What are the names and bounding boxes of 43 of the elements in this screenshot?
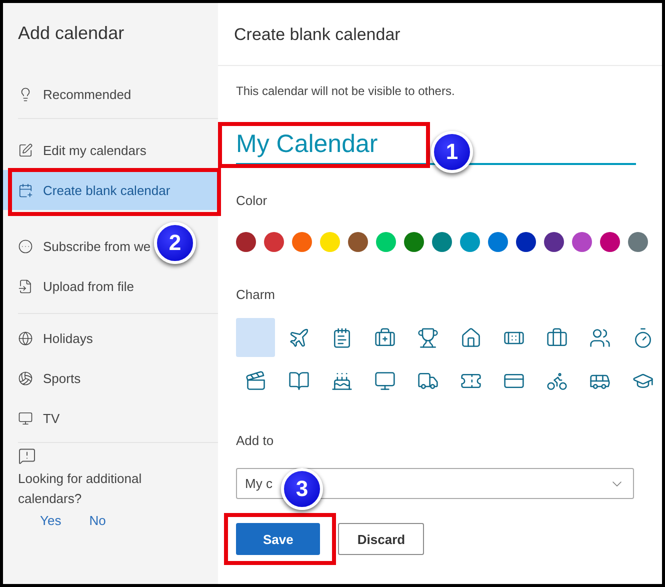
sidebar-item[interactable]: Upload from file (3, 266, 136, 306)
file-icon (18, 278, 33, 294)
sidebar-item[interactable]: Edit my calendars (3, 130, 148, 170)
sidebar-item[interactable]: Recommended (3, 74, 134, 114)
add-to-label: Add to (236, 433, 275, 448)
feedback-icon (18, 447, 36, 465)
calendar-name-field[interactable]: My Calendar (236, 126, 424, 165)
calendar-plus-icon (18, 182, 33, 198)
monitor-icon (18, 410, 33, 426)
ball-icon (18, 370, 33, 386)
sidebar-item[interactable]: Holidays (3, 318, 95, 358)
sidebar-item[interactable]: Sports (3, 358, 83, 398)
color-swatch[interactable] (320, 232, 340, 252)
save-button[interactable]: Save (236, 523, 320, 555)
dots-circle-icon (18, 238, 33, 254)
color-swatch[interactable] (292, 232, 312, 252)
color-swatch[interactable] (348, 232, 368, 252)
color-swatch[interactable] (572, 232, 592, 252)
pen-icon (18, 142, 33, 158)
globe-icon (18, 330, 33, 346)
sidebar-item[interactable]: Subscribe from we (3, 226, 153, 266)
color-swatch[interactable] (600, 232, 620, 252)
privacy-note: This calendar will not be visible to others. (236, 84, 456, 98)
feedback-link[interactable]: No (89, 513, 106, 528)
sidebar-item[interactable]: TV (3, 398, 62, 438)
color-swatch[interactable] (628, 232, 648, 252)
color-swatch[interactable] (264, 232, 284, 252)
color-swatch[interactable] (544, 232, 564, 252)
panel-title: Create blank calendar (218, 3, 662, 66)
color-swatch[interactable] (404, 232, 424, 252)
color-swatch[interactable] (376, 232, 396, 252)
color-swatch[interactable] (488, 232, 508, 252)
color-swatch[interactable] (516, 232, 536, 252)
color-label: Color (236, 193, 268, 208)
sidebar-item[interactable]: Create blank calendar (3, 170, 218, 210)
discard-button[interactable]: Discard (338, 523, 424, 555)
feedback-question: Looking for additional calendars? (18, 470, 143, 508)
color-swatch[interactable] (460, 232, 480, 252)
sidebar-title: Add calendar (17, 23, 126, 45)
color-swatch[interactable] (432, 232, 452, 252)
color-swatch[interactable] (236, 232, 256, 252)
charm-label: Charm (236, 287, 276, 302)
feedback-link[interactable]: Yes (40, 513, 62, 528)
